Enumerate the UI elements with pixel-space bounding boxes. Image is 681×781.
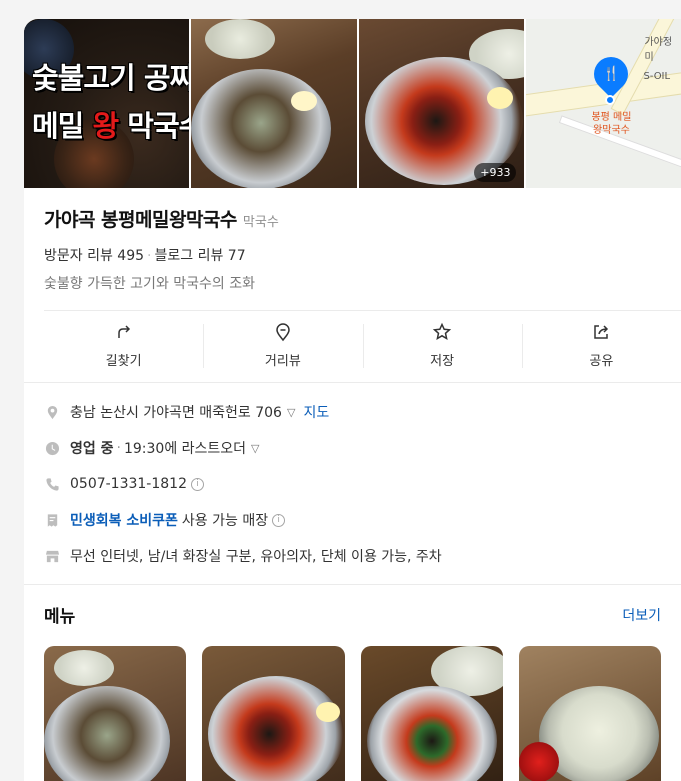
place-card: 숯불고기 공짜 메밀 왕 막국수 +933 가야정미 S-OIL 🍴 봉평 메밀 [24,19,681,781]
promo-text-line2: 메밀 왕 막국수 [32,109,189,143]
share-button[interactable]: 공유 [521,311,681,379]
menu-thumb[interactable] [360,646,503,781]
clock-icon [45,441,59,455]
star-icon [432,322,452,340]
map-place-label: 봉평 메밀 왕막국수 [591,112,632,136]
info-icon[interactable]: i [272,513,286,527]
action-bar: 길찾기 거리뷰 저장 공유 [44,310,681,379]
place-description: 숯불향 가득한 고기와 막국수의 조화 [44,276,255,292]
phone-number[interactable]: 0507-1331-1812 [70,476,187,492]
chevron-down-icon[interactable]: ▽ [287,406,295,419]
more-link[interactable]: 더보기 [622,605,661,625]
nearby-label-2: S-OIL [643,71,671,82]
place-category: 막국수 [242,215,279,230]
nearby-label-1: 가야정미 [644,37,673,63]
review-counts: 방문자 리뷰 495 · 블로그 리뷰 77 [44,248,246,264]
menu-section: 메뉴 더보기 [24,585,681,781]
last-order-text: 19:30에 라스트오더 [123,441,247,457]
photo-strip: 숯불고기 공짜 메밀 왕 막국수 +933 가야정미 S-OIL 🍴 봉평 메밀 [24,19,681,188]
mini-map[interactable]: 가야정미 S-OIL 🍴 봉평 메밀 왕막국수 [526,19,681,188]
chevron-down-icon[interactable]: ▽ [251,442,259,455]
directions-icon [117,324,130,338]
menu-thumb[interactable] [44,646,187,781]
receipt-icon [47,513,57,527]
coupon-row: 민생회복 소비쿠폰 사용 가능 매장 i [44,502,661,538]
phone-icon [45,477,59,491]
promo-text-line1: 숯불고기 공짜 [32,61,190,95]
share-icon [594,324,609,339]
phone-row: 0507-1331-1812 i [44,466,661,502]
menu-title: 메뉴 [44,607,76,627]
amenities-text: 무선 인터넷, 남/녀 화장실 구분, 유아의자, 단체 이용 가능, 주차 [70,549,442,565]
address-row: 충남 논산시 가야곡면 매죽헌로 706 ▽ 지도 [44,394,661,430]
coupon-suffix: 사용 가능 매장 [181,513,269,529]
visitor-review-link[interactable]: 방문자 리뷰 495 [44,248,144,264]
address-text[interactable]: 충남 논산시 가야곡면 매죽헌로 706 [70,402,282,422]
photo-count-badge[interactable]: +933 [474,163,517,182]
amenities-row: 무선 인터넷, 남/녀 화장실 구분, 유아의자, 단체 이용 가능, 주차 [44,538,661,574]
place-header: 가야곡 봉평메밀왕막국수 막국수 방문자 리뷰 495 · 블로그 리뷰 77 숯불… [24,188,681,293]
directions-button[interactable]: 길찾기 [44,311,203,379]
menu-thumb[interactable] [518,646,661,781]
streetview-button[interactable]: 거리뷰 [203,311,362,379]
location-pin-icon [47,405,57,419]
food-photo-3[interactable]: +933 [358,19,525,188]
fork-knife-icon: 🍴 [602,66,621,82]
store-icon [45,550,59,562]
menu-grid [44,646,661,781]
hours-row[interactable]: 영업 중 · 19:30에 라스트오더 ▽ [44,430,661,466]
menu-thumb[interactable] [202,646,345,781]
blog-review-link[interactable]: 블로그 리뷰 77 [154,248,245,264]
food-photo-2[interactable] [191,19,357,188]
info-list: 충남 논산시 가야곡면 매죽헌로 706 ▽ 지도 영업 중 · 19:30에 … [24,383,681,574]
save-button[interactable]: 저장 [362,311,522,379]
map-link[interactable]: 지도 [303,402,329,422]
promo-photo[interactable]: 숯불고기 공짜 메밀 왕 막국수 [24,19,190,188]
streetview-pin-icon [276,322,290,341]
open-status: 영업 중 [70,441,114,457]
info-icon[interactable]: i [191,477,204,491]
place-title: 가야곡 봉평메밀왕막국수 [44,209,237,231]
coupon-label: 민생회복 소비쿠폰 [70,513,178,529]
